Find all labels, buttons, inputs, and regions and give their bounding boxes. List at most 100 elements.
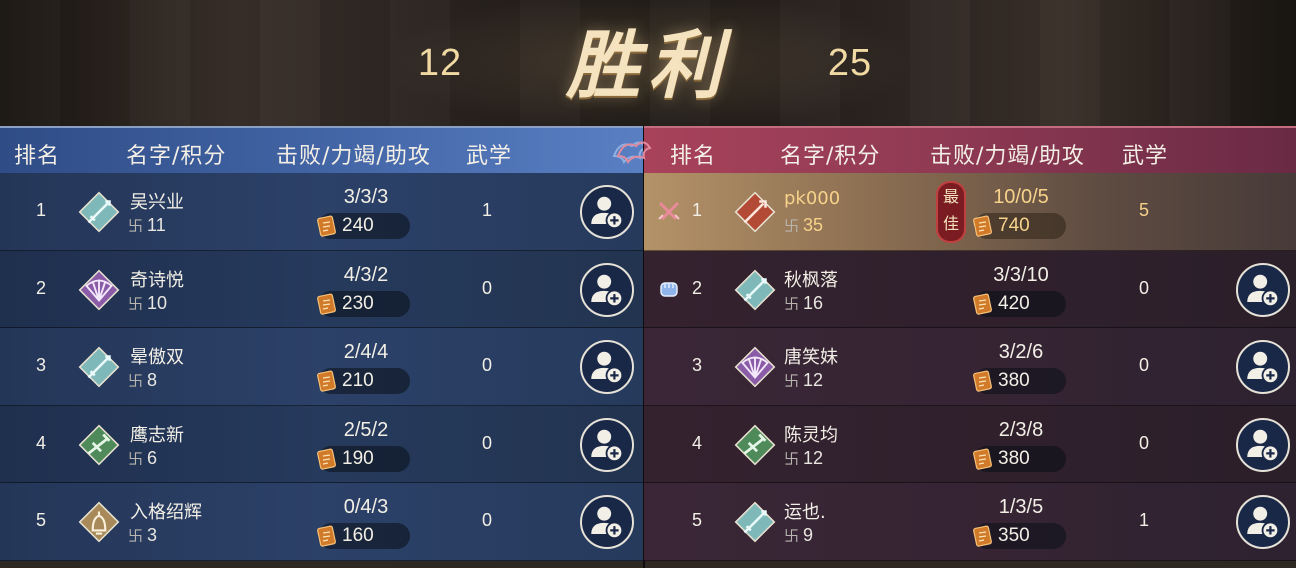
add-friend-icon	[1247, 429, 1280, 462]
player-name[interactable]: pk000	[784, 188, 840, 209]
player-name[interactable]: 运也.	[784, 498, 826, 524]
player-points-value: 12	[803, 370, 824, 391]
player-name[interactable]: 鹰志新	[130, 421, 184, 447]
player-points: 卐 9	[784, 525, 813, 546]
player-gold-value: 420	[998, 292, 1030, 314]
token-icon	[973, 293, 992, 315]
player-points: 卐 12	[784, 370, 823, 391]
player-gold-value: 380	[998, 447, 1030, 469]
player-row: 2 秋枫落 卐 16 3/3/10 420 0	[644, 250, 1296, 329]
points-icon: 卐	[784, 528, 800, 546]
player-kda: 3/3/10	[993, 263, 1049, 286]
col-martial: 武学	[466, 144, 513, 169]
player-kda: 10/0/5	[993, 186, 1049, 208]
add-friend-icon	[591, 429, 624, 462]
player-row: 5 入格绍辉 卐 3 0/4/3 160 0	[0, 483, 648, 561]
token-icon	[973, 448, 992, 470]
player-gold-value: 240	[342, 215, 374, 236]
points-icon: 卐	[784, 218, 800, 235]
add-friend-icon	[591, 351, 624, 385]
col-name-points: 名字/积分	[126, 144, 227, 169]
player-kda: 2/3/8	[998, 418, 1044, 441]
player-name[interactable]: 唐笑妹	[784, 343, 838, 369]
player-name[interactable]: 吴兴业	[130, 188, 184, 214]
player-gold-value: 350	[998, 525, 1030, 547]
fan-icon	[734, 346, 776, 388]
points-icon: 卐	[784, 295, 800, 313]
player-points-value: 9	[803, 525, 814, 546]
player-martial: 0	[1138, 277, 1149, 298]
player-martial: 0	[1138, 355, 1149, 376]
spear-icon	[734, 191, 776, 233]
blue-team-rows: 1 吴兴业 卐 11 3/3/3 240 1 2 奇诗悦 卐 10 4/3/2 …	[0, 173, 648, 561]
player-gold-value: 380	[998, 370, 1030, 392]
blue-team-panel: 排名 名字/积分 击败/力竭/助攻 武学 1 吴兴业 卐 11 3/3/3 24…	[0, 126, 648, 568]
points-icon: 卐	[128, 218, 144, 235]
player-martial: 0	[481, 277, 492, 298]
player-gold: 210	[317, 368, 410, 395]
player-martial: 0	[481, 355, 492, 376]
player-rank: 4	[691, 432, 702, 453]
player-kda: 3/3/3	[343, 186, 389, 208]
add-friend-icon	[1247, 274, 1280, 307]
add-friend-button[interactable]	[1236, 340, 1290, 395]
player-points-value: 35	[803, 215, 824, 235]
player-rank: 4	[35, 432, 46, 453]
add-friend-icon	[591, 274, 624, 307]
token-icon	[317, 293, 336, 315]
add-friend-button[interactable]	[580, 417, 634, 472]
player-martial: 0	[481, 432, 492, 453]
player-points-value: 8	[147, 370, 158, 391]
player-points-value: 11	[147, 215, 166, 235]
points-icon: 卐	[128, 450, 144, 468]
player-kda: 1/3/5	[998, 496, 1044, 519]
blue-team-score: 12	[417, 42, 463, 84]
add-friend-button[interactable]	[580, 262, 634, 317]
player-rank: 3	[35, 355, 46, 376]
player-rank: 3	[691, 355, 702, 376]
player-gold: 230	[317, 290, 410, 317]
points-icon: 卐	[128, 373, 144, 391]
player-martial: 5	[1138, 200, 1149, 220]
player-points-value: 16	[803, 292, 824, 313]
player-name[interactable]: 入格绍辉	[130, 498, 202, 524]
player-name[interactable]: 陈灵均	[784, 421, 838, 447]
add-friend-button[interactable]	[580, 340, 634, 395]
red-team-panel: 排名 名字/积分 击败/力竭/助攻 武学 1 pk000 卐 35 最佳 10/…	[616, 126, 1296, 568]
player-rank: 2	[35, 277, 46, 298]
sword-icon	[78, 346, 120, 388]
player-row: 4 陈灵均 卐 12 2/3/8 380 0	[644, 405, 1296, 484]
player-points-value: 10	[147, 292, 168, 313]
add-friend-icon	[591, 507, 624, 540]
points-icon: 卐	[784, 373, 800, 391]
player-rank: 5	[691, 510, 702, 531]
token-icon	[317, 215, 336, 237]
player-gold-value: 740	[998, 215, 1030, 236]
player-row: 2 奇诗悦 卐 10 4/3/2 230 0	[0, 250, 648, 329]
player-gold-value: 190	[342, 447, 374, 469]
player-kda: 0/4/3	[343, 496, 389, 519]
bell-icon	[78, 501, 120, 543]
sword-icon	[78, 191, 120, 233]
player-gold: 160	[317, 523, 410, 550]
add-friend-button[interactable]	[580, 185, 634, 239]
player-kda: 2/5/2	[343, 418, 389, 441]
player-gold: 380	[973, 445, 1066, 472]
token-icon	[973, 215, 992, 237]
player-name[interactable]: 奇诗悦	[130, 266, 184, 292]
cloud-ornament-icon	[616, 141, 652, 165]
player-name[interactable]: 秋枫落	[784, 266, 838, 292]
add-friend-icon	[1247, 507, 1280, 540]
add-friend-button[interactable]	[1236, 495, 1290, 550]
player-name[interactable]: 晕傲双	[130, 343, 184, 369]
player-points: 卐 35	[784, 215, 823, 236]
player-gold: 380	[973, 368, 1066, 395]
player-points-value: 3	[147, 525, 158, 546]
player-martial: 1	[1138, 510, 1149, 531]
crossed-swords-icon	[658, 201, 680, 221]
add-friend-button[interactable]	[1236, 417, 1290, 472]
mvp-badge: 最佳	[936, 181, 966, 243]
add-friend-button[interactable]	[580, 495, 634, 550]
player-martial: 0	[1138, 432, 1149, 453]
add-friend-button[interactable]	[1236, 262, 1290, 317]
